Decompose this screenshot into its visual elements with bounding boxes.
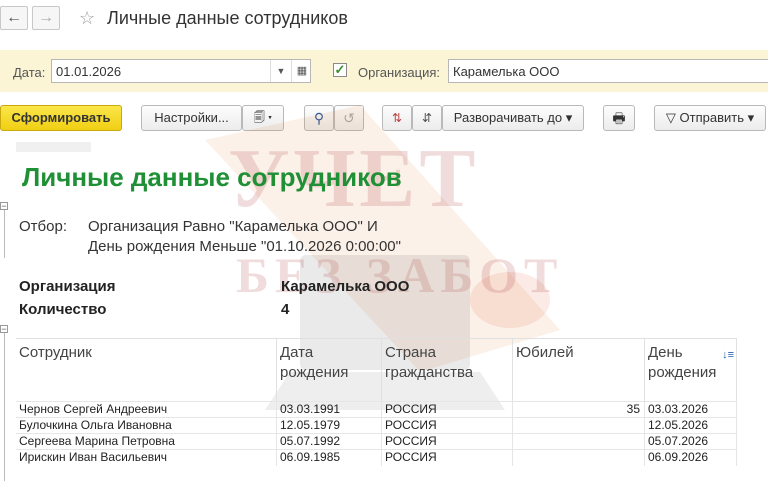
date-label: Дата: <box>13 65 46 80</box>
chevron-down-icon: ▾ <box>747 110 755 125</box>
cell-country[interactable]: РОССИЯ <box>382 434 513 450</box>
calendar-icon[interactable]: ▦ <box>291 60 312 82</box>
arrow-left-icon: ← <box>6 9 22 26</box>
search-icon: ⚲ <box>313 110 325 126</box>
cell-employee[interactable]: Ирискин Иван Васильевич <box>16 450 277 466</box>
window-title: Личные данные сотрудников <box>107 8 348 28</box>
birthday-header-label: День рождения <box>648 344 717 381</box>
settings-button[interactable]: Настройки... <box>141 105 242 131</box>
cell-birthday[interactable]: 12.05.2026 <box>645 418 737 434</box>
send-label: Отправить <box>679 110 744 125</box>
organization-label: Организация: <box>358 65 441 80</box>
date-value: 01.01.2026 <box>56 64 122 79</box>
sort-icon[interactable]: ↓≡ <box>722 345 734 365</box>
organization-field[interactable]: Карамелька ООО <box>448 59 768 83</box>
organization-value: Карамелька ООО <box>453 64 560 79</box>
column-header-country[interactable]: Страна гражданства <box>382 338 513 401</box>
report-variants-button[interactable]: 🗐 ▾ <box>242 105 284 131</box>
send-button[interactable]: ▽ Отправить ▾ <box>654 105 766 131</box>
cell-employee[interactable]: Чернов Сергей Андреевич <box>16 402 277 418</box>
cell-country[interactable]: РОССИЯ <box>382 402 513 418</box>
report-title: Личные данные сотрудников <box>22 162 402 192</box>
collapse-all-button[interactable]: ⇵ <box>412 105 442 131</box>
dropdown-icon[interactable]: ▼ <box>270 60 291 82</box>
column-header-strip <box>16 142 91 152</box>
printer-icon: 🖶 <box>612 110 626 126</box>
star-icon[interactable]: ☆ <box>79 8 95 29</box>
chevron-down-icon: ▾ <box>565 110 573 125</box>
date-field[interactable]: 01.01.2026 ▼ ▦ <box>51 59 311 83</box>
collapse-icon: ⇵ <box>421 111 433 125</box>
table-row[interactable]: Сергеева Марина Петровна 05.07.1992 РОССИЯ… <box>16 433 737 450</box>
group-line <box>4 333 5 481</box>
column-header-jubilee[interactable]: Юбилей <box>513 338 645 401</box>
cell-birth-date[interactable]: 03.03.1991 <box>277 402 382 418</box>
selection-line: Организация Равно "Карамелька ООО" И <box>88 218 378 235</box>
table-row[interactable]: Булочкина Ольга Ивановна 12.05.1979 РОССИЯ… <box>16 417 737 434</box>
organization-value: Карамелька ООО <box>281 278 410 295</box>
cell-jubilee[interactable]: 35 <box>513 402 645 418</box>
selection-line: День рождения Меньше "01.10.2026 0:00:00… <box>88 238 401 255</box>
column-header-employee[interactable]: Сотрудник <box>16 338 277 401</box>
employees-table: Сотрудник Дата рождения Страна гражданст… <box>16 338 737 470</box>
forward-button[interactable]: → <box>32 6 60 30</box>
cell-employee[interactable]: Сергеева Марина Петровна <box>16 434 277 450</box>
count-key: Количество <box>19 301 107 318</box>
cell-birthday[interactable]: 03.03.2026 <box>645 402 737 418</box>
count-value: 4 <box>281 301 290 318</box>
filter-icon: ▽ <box>665 110 676 125</box>
expand-icon: ⇅ <box>391 111 403 125</box>
cell-birthday[interactable]: 05.07.2026 <box>645 434 737 450</box>
organization-key: Организация <box>19 278 116 295</box>
print-button[interactable]: 🖶 <box>603 105 635 131</box>
cancel-find-button[interactable]: ↺ <box>334 105 364 131</box>
expand-to-button[interactable]: Разворачивать до ▾ <box>442 105 584 131</box>
arrow-right-icon: → <box>38 9 54 26</box>
table-row[interactable]: Чернов Сергей Андреевич 03.03.1991 РОССИЯ 3… <box>16 401 737 418</box>
find-button[interactable]: ⚲ <box>304 105 334 131</box>
filter-bar: Дата: 01.01.2026 ▼ ▦ ✓ Организация: Кара… <box>0 50 768 92</box>
cell-jubilee[interactable] <box>513 450 645 466</box>
group-collapse-icon[interactable]: − <box>0 202 8 211</box>
cell-employee[interactable]: Булочкина Ольга Ивановна <box>16 418 277 434</box>
table-row[interactable]: Ирискин Иван Васильевич 06.09.1985 РОССИЯ 0… <box>16 449 737 466</box>
group-collapse-icon[interactable]: − <box>0 325 8 334</box>
cell-jubilee[interactable] <box>513 418 645 434</box>
back-button[interactable]: ← <box>0 6 28 30</box>
title-bar: ← → ☆ Личные данные сотрудников <box>0 0 768 38</box>
column-header-birth-date[interactable]: Дата рождения <box>277 338 382 401</box>
organization-checkbox[interactable]: ✓ <box>333 63 347 77</box>
cancel-search-icon: ↺ <box>343 110 355 126</box>
cell-country[interactable]: РОССИЯ <box>382 418 513 434</box>
column-header-birthday[interactable]: День рождения ↓≡ <box>645 338 737 401</box>
cell-birth-date[interactable]: 12.05.1979 <box>277 418 382 434</box>
selection-label: Отбор: <box>19 218 67 235</box>
variants-icon: 🗐 <box>253 112 265 124</box>
cell-birth-date[interactable]: 05.07.1992 <box>277 434 382 450</box>
cell-birth-date[interactable]: 06.09.1985 <box>277 450 382 466</box>
chevron-down-icon: ▾ <box>267 112 273 124</box>
expand-to-label: Разворачивать до <box>453 110 563 125</box>
cell-country[interactable]: РОССИЯ <box>382 450 513 466</box>
toolbar: Сформировать Настройки... 🗐 ▾ ⚲ ↺ ⇅ ⇵ Ра… <box>0 104 768 134</box>
expand-all-button[interactable]: ⇅ <box>382 105 412 131</box>
cell-birthday[interactable]: 06.09.2026 <box>645 450 737 466</box>
generate-button[interactable]: Сформировать <box>0 105 122 131</box>
cell-jubilee[interactable] <box>513 434 645 450</box>
group-line <box>4 210 5 258</box>
